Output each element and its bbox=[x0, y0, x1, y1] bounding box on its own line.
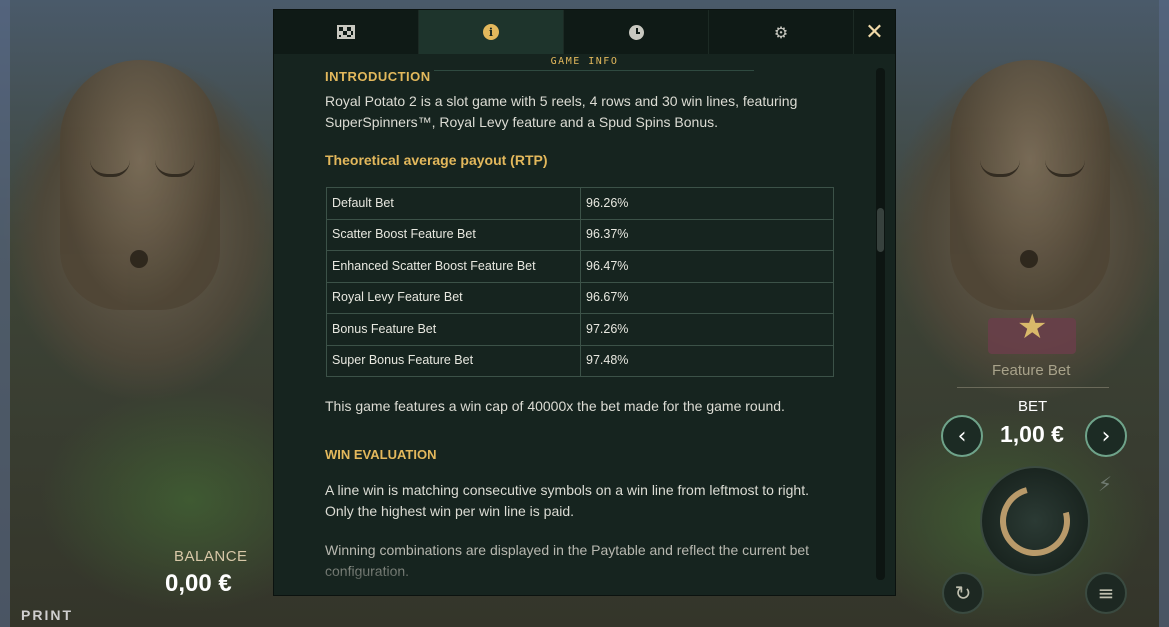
table-row: Default Bet 96.26% bbox=[326, 187, 834, 220]
feature-bet-label[interactable]: Feature Bet bbox=[992, 362, 1070, 379]
statue-eye bbox=[90, 160, 130, 177]
rtp-value: 96.67% bbox=[580, 281, 834, 314]
bet-label: BET bbox=[1018, 398, 1048, 415]
table-row: Super Bonus Feature Bet 97.48% bbox=[326, 344, 834, 377]
table-row: Scatter Boost Feature Bet 96.37% bbox=[326, 218, 834, 251]
rtp-value: 96.26% bbox=[580, 187, 834, 220]
print-logo: PRINT bbox=[21, 607, 73, 623]
rtp-heading: Theoretical average payout (RTP) bbox=[325, 152, 548, 168]
win-evaluation-text: A line win is matching consecutive symbo… bbox=[325, 482, 809, 519]
divider bbox=[957, 387, 1109, 388]
history-clock-icon bbox=[628, 24, 644, 40]
rtp-bet-name: Enhanced Scatter Boost Feature Bet bbox=[326, 250, 581, 283]
rtp-bet-name: Scatter Boost Feature Bet bbox=[326, 218, 581, 251]
modal-title: GAME INFO bbox=[550, 56, 619, 67]
info-icon: i bbox=[483, 24, 499, 40]
chevron-right-icon: › bbox=[1101, 423, 1111, 449]
potato-statue-right bbox=[950, 60, 1110, 310]
modal-tabs: i ⚙ bbox=[274, 10, 895, 54]
bet-decrease-button[interactable]: ‹ bbox=[941, 415, 983, 457]
statue-eye bbox=[1045, 160, 1085, 177]
rtp-value: 96.47% bbox=[580, 250, 834, 283]
close-icon: ✕ bbox=[865, 19, 884, 45]
chevron-left-icon: ‹ bbox=[957, 423, 967, 449]
rtp-bet-name: Bonus Feature Bet bbox=[326, 313, 581, 346]
balance-label: BALANCE bbox=[174, 548, 248, 565]
background-edge-right bbox=[1159, 0, 1169, 627]
game-info-content[interactable]: INTRODUCTION Royal Potato 2 is a slot ga… bbox=[325, 62, 870, 585]
statue-eye bbox=[980, 160, 1020, 177]
spin-button[interactable] bbox=[980, 466, 1090, 576]
intro-text: Royal Potato 2 is a slot game with 5 ree… bbox=[325, 93, 798, 130]
rtp-value: 97.48% bbox=[580, 344, 834, 377]
content-fade bbox=[325, 555, 870, 585]
statue-mouth bbox=[130, 250, 148, 268]
spin-arrow-icon bbox=[987, 473, 1083, 569]
rtp-table: Default Bet 96.26% Scatter Boost Feature… bbox=[326, 187, 834, 377]
tab-paytable[interactable] bbox=[274, 10, 419, 54]
close-modal-button[interactable]: ✕ bbox=[854, 10, 895, 54]
rtp-value: 97.26% bbox=[580, 313, 834, 346]
balance-value: 0,00 € bbox=[165, 570, 232, 597]
menu-button[interactable]: ≡ bbox=[1085, 572, 1127, 614]
title-divider bbox=[434, 70, 754, 71]
rtp-bet-name: Default Bet bbox=[326, 187, 581, 220]
autoplay-button[interactable]: ↻ bbox=[942, 572, 984, 614]
settings-gear-icon: ⚙ bbox=[773, 22, 789, 42]
hamburger-menu-icon: ≡ bbox=[1097, 581, 1115, 605]
star-icon: ★ bbox=[1017, 307, 1048, 347]
table-row: Royal Levy Feature Bet 96.67% bbox=[326, 281, 834, 314]
scrollbar-thumb[interactable] bbox=[877, 208, 884, 252]
table-row: Bonus Feature Bet 97.26% bbox=[326, 313, 834, 346]
autoplay-icon: ↻ bbox=[954, 581, 972, 605]
statue-mouth bbox=[1020, 250, 1038, 268]
rtp-value: 96.37% bbox=[580, 218, 834, 251]
statue-eye bbox=[155, 160, 195, 177]
game-info-modal: i ⚙ ✕ INTRODUCTION Royal Potato 2 is a s… bbox=[274, 10, 895, 595]
win-cap-text: This game features a win cap of 40000x t… bbox=[325, 398, 785, 414]
potato-statue-left bbox=[60, 60, 220, 310]
background-edge-left bbox=[0, 0, 10, 627]
tab-game-info[interactable]: i bbox=[419, 10, 564, 54]
win-evaluation-heading: WIN EVALUATION bbox=[325, 447, 437, 462]
content-scrollbar[interactable] bbox=[876, 68, 885, 580]
paytable-grid-icon bbox=[337, 25, 355, 39]
rtp-bet-name: Royal Levy Feature Bet bbox=[326, 281, 581, 314]
tab-history[interactable] bbox=[564, 10, 709, 54]
table-row: Enhanced Scatter Boost Feature Bet 96.47… bbox=[326, 250, 834, 283]
rtp-bet-name: Super Bonus Feature Bet bbox=[326, 344, 581, 377]
tab-settings[interactable]: ⚙ bbox=[709, 10, 854, 54]
turbo-disabled-icon[interactable]: ⚡ bbox=[1098, 472, 1112, 496]
bet-increase-button[interactable]: › bbox=[1085, 415, 1127, 457]
bet-value: 1,00 € bbox=[1000, 421, 1064, 447]
